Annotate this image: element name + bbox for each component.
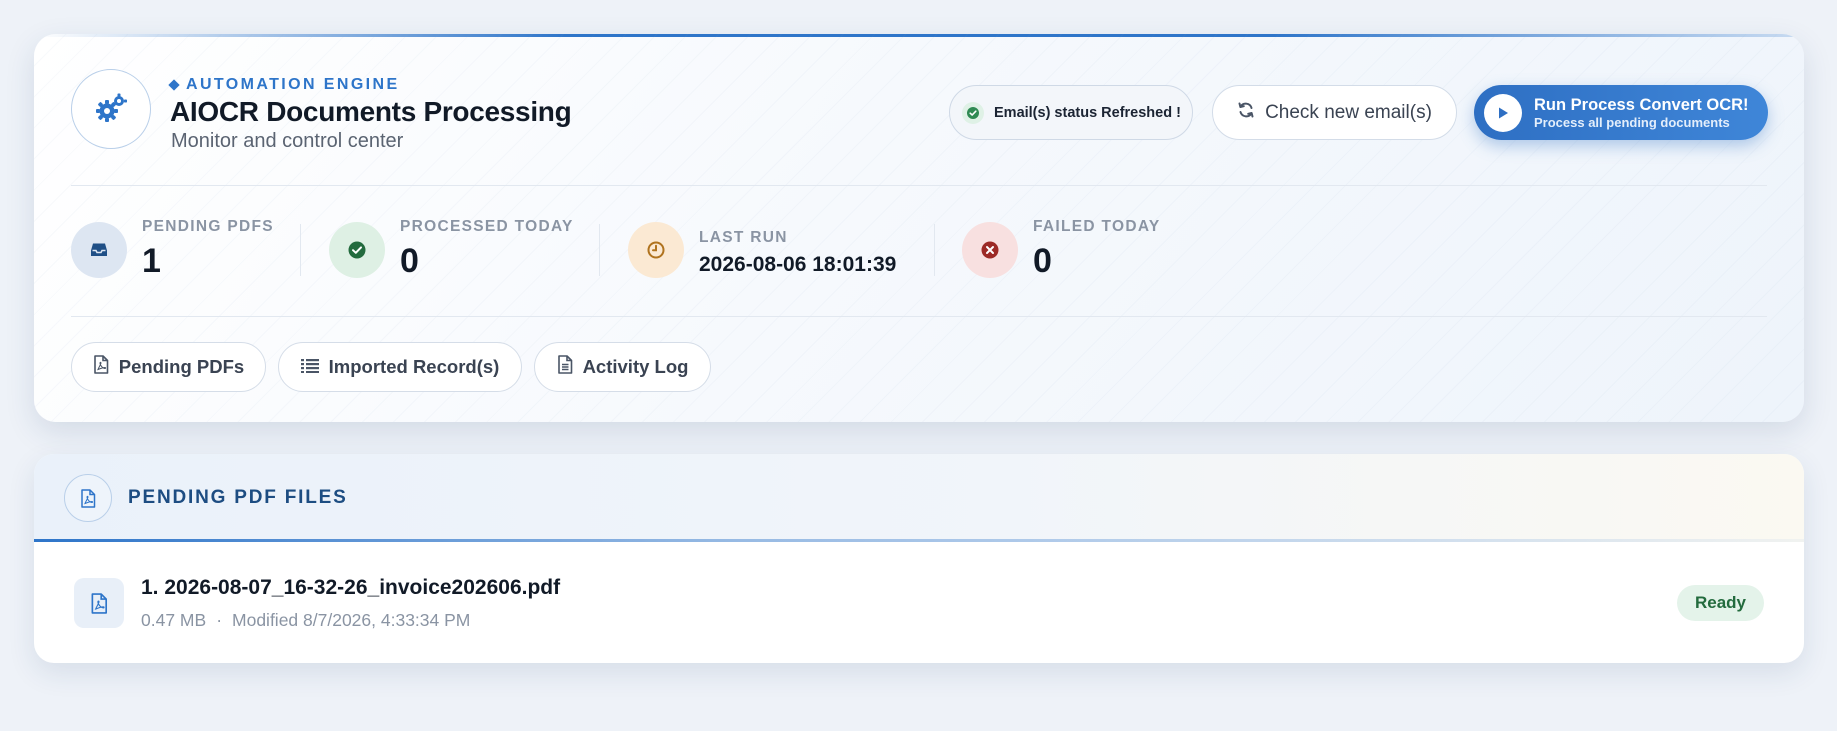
meta-separator: · <box>216 610 223 630</box>
tab-imported-records[interactable]: Imported Record(s) <box>278 342 522 392</box>
play-icon <box>1484 93 1522 132</box>
file-size: 0.47 MB <box>141 610 207 630</box>
tab-activity-log[interactable]: Activity Log <box>534 342 711 392</box>
x-circle-icon <box>962 222 1018 278</box>
list-item[interactable]: 1. 2026-08-07_16-32-26_invoice202606.pdf… <box>34 542 1804 663</box>
gears-icon <box>71 69 151 149</box>
list-icon <box>300 356 319 378</box>
stat-label: PENDING PDFS <box>142 218 274 235</box>
tab-label: Activity Log <box>582 356 689 377</box>
refresh-icon <box>1237 101 1255 125</box>
pdf-file-icon <box>64 474 112 522</box>
refresh-status-badge: Email(s) status Refreshed ! <box>949 85 1193 140</box>
run-process-ocr-button[interactable]: Run Process Convert OCR! Process all pen… <box>1474 85 1768 140</box>
pdf-file-icon <box>74 578 124 628</box>
stats-divider <box>71 316 1767 317</box>
app-eyebrow: AUTOMATION ENGINE <box>168 76 400 94</box>
stat-label: PROCESSED TODAY <box>400 218 574 235</box>
run-process-sublabel: Process all pending documents <box>1534 114 1730 130</box>
stat-separator <box>599 224 600 276</box>
tab-label: Pending PDFs <box>118 356 245 377</box>
file-name: 1. 2026-08-07_16-32-26_invoice202606.pdf <box>141 576 561 599</box>
header-divider <box>71 185 1767 186</box>
check-circle-icon <box>329 222 385 278</box>
file-meta: 0.47 MB · Modified 8/7/2026, 4:33:34 PM <box>141 610 470 631</box>
section-title: PENDING PDF FILES <box>128 487 348 508</box>
stat-label: FAILED TODAY <box>1033 218 1161 235</box>
document-icon <box>557 355 573 379</box>
pdf-file-icon <box>93 355 109 379</box>
pending-files-panel: PENDING PDF FILES 1. 2026-08-07_16-32-26… <box>34 454 1804 663</box>
control-center-card: AUTOMATION ENGINE AIOCR Documents Proces… <box>34 34 1804 422</box>
pending-files-header: PENDING PDF FILES <box>34 454 1804 542</box>
diamond-icon <box>168 79 180 91</box>
stat-value: 1 <box>142 242 161 280</box>
stat-value: 0 <box>1033 242 1052 280</box>
status-badge: Ready <box>1676 585 1764 621</box>
page-subtitle: Monitor and control center <box>171 130 404 152</box>
check-circle-icon <box>962 101 984 124</box>
status-message: Email(s) status Refreshed ! <box>994 104 1181 121</box>
check-new-emails-label: Check new email(s) <box>1265 101 1432 123</box>
tab-pending-pdfs[interactable]: Pending PDFs <box>71 342 266 392</box>
stat-value: 0 <box>400 242 419 280</box>
clock-icon <box>628 222 684 278</box>
file-modified: Modified 8/7/2026, 4:33:34 PM <box>232 610 471 630</box>
stat-label: LAST RUN <box>699 229 788 246</box>
tab-label: Imported Record(s) <box>328 356 500 377</box>
check-new-emails-button[interactable]: Check new email(s) <box>1212 85 1457 140</box>
eyebrow-label: AUTOMATION ENGINE <box>186 76 400 93</box>
stat-separator <box>300 224 301 276</box>
page-title: AIOCR Documents Processing <box>170 96 572 127</box>
run-process-label: Run Process Convert OCR! <box>1534 95 1749 114</box>
inbox-icon <box>71 222 127 278</box>
stat-value: 2026-08-06 18:01:39 <box>699 253 897 276</box>
stat-separator <box>934 224 935 276</box>
